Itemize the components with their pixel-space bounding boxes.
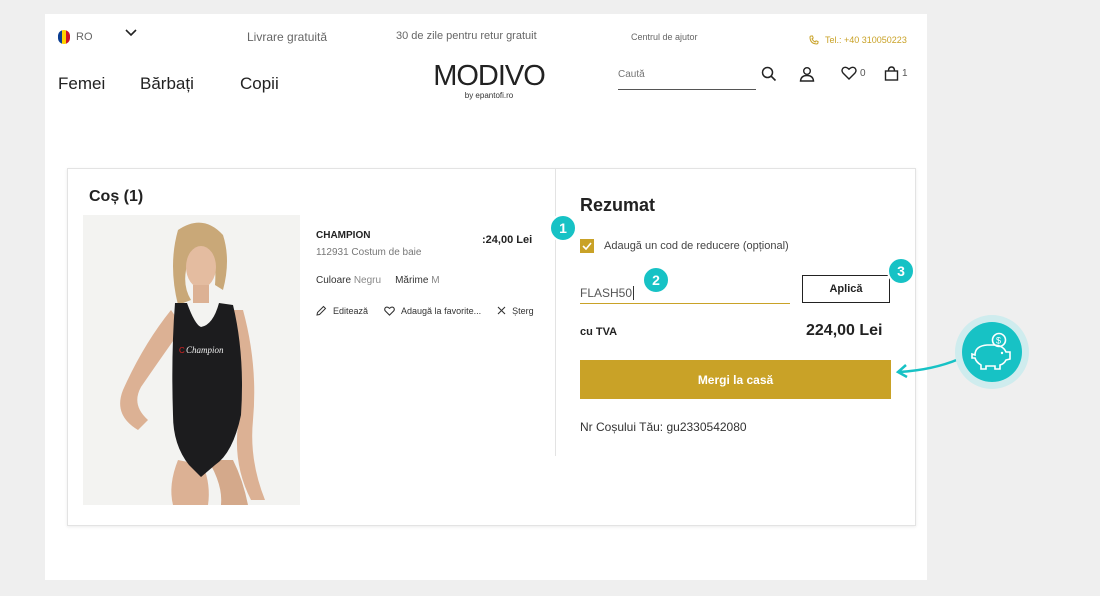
search-icon[interactable] <box>761 66 777 82</box>
top-bar: RO Livrare gratuită 30 de zile pentru re… <box>45 14 927 60</box>
svg-text:Champion: Champion <box>186 345 224 355</box>
chevron-down-icon[interactable] <box>125 28 137 40</box>
size-label: Mărime <box>395 275 429 286</box>
free-shipping-text: Livrare gratuită <box>247 30 328 44</box>
flag-ro-icon <box>58 30 70 44</box>
favorite-label: Adaugă la favorite... <box>401 305 482 316</box>
product-actions: Editează Adaugă la favorite... Șterg <box>316 305 550 316</box>
discount-label: Adaugă un cod de reducere (opțional) <box>604 240 789 252</box>
pencil-icon <box>316 305 327 316</box>
vat-label: cu TVA <box>580 326 618 338</box>
heart-icon <box>384 306 395 316</box>
remove-button[interactable]: Șterg <box>497 306 534 316</box>
cart-number: Nr Coșului Tău: gu2330542080 <box>580 420 747 434</box>
close-icon <box>497 306 506 315</box>
free-returns-text: 30 de zile pentru retur gratuit <box>396 30 537 42</box>
language-selector[interactable]: RO <box>58 30 93 44</box>
product-brand[interactable]: CHAMPION <box>316 230 370 241</box>
product-image[interactable]: Champion C <box>83 215 300 505</box>
main-nav: Femei Bărbați Copii <box>58 74 279 94</box>
bag-count: 1 <box>902 68 908 79</box>
logo[interactable]: MODIVO by epantofi.ro <box>429 60 549 100</box>
remove-label: Șterg <box>512 305 534 316</box>
svg-text:$: $ <box>996 336 1001 346</box>
nav-item-men[interactable]: Bărbați <box>140 74 240 94</box>
step-badge-1: 1 <box>549 214 577 242</box>
apply-code-button[interactable]: Aplică <box>802 275 890 303</box>
page-container: RO Livrare gratuită 30 de zile pentru re… <box>45 14 927 580</box>
piggy-bank-badge: $ <box>955 315 1029 389</box>
edit-label: Editează <box>333 305 369 316</box>
phone-text: Tel.: +40 310050223 <box>825 35 907 45</box>
search-field[interactable] <box>618 64 756 90</box>
product-attributes: Culoare Negru Mărime M <box>316 275 440 286</box>
cart-card: Coș (1) Champion C CHAMPION:24,00 Lei 1… <box>67 168 916 526</box>
nav-item-kids[interactable]: Copii <box>240 74 279 94</box>
user-icon[interactable] <box>799 66 815 82</box>
column-divider <box>555 169 556 456</box>
shopping-bag-icon <box>884 66 899 81</box>
discount-code-value: FLASH50 <box>580 286 633 300</box>
color-label: Culoare <box>316 275 352 286</box>
summary-title: Rezumat <box>580 195 656 215</box>
wishlist-button[interactable]: 0 <box>841 66 866 80</box>
nav-item-women[interactable]: Femei <box>58 74 140 94</box>
discount-checkbox[interactable] <box>580 239 594 253</box>
logo-text: MODIVO <box>433 60 546 92</box>
step-badge-3: 3 <box>887 257 915 285</box>
add-to-favorites-button[interactable]: Adaugă la favorite... <box>384 306 481 316</box>
piggy-bank-icon: $ <box>962 322 1022 382</box>
cart-title: Coș (1) <box>89 188 144 205</box>
phone-link[interactable]: Tel.: +40 310050223 <box>809 35 907 45</box>
size-attribute: Mărime M <box>395 275 439 286</box>
language-label: RO <box>76 31 93 43</box>
phone-icon <box>809 35 819 45</box>
product-code: 112931 Costum de baie <box>316 247 422 258</box>
svg-text:C: C <box>179 346 185 355</box>
total-price: 224,00 Lei <box>806 322 883 339</box>
color-value: Negru <box>353 275 382 286</box>
edit-button[interactable]: Editează <box>316 305 368 316</box>
help-center-link[interactable]: Centrul de ajutor <box>631 32 698 42</box>
size-value: M <box>431 275 440 286</box>
check-icon <box>582 242 592 250</box>
wishlist-count: 0 <box>860 67 866 79</box>
discount-toggle[interactable]: Adaugă un cod de reducere (opțional) <box>580 239 789 253</box>
heart-icon <box>841 66 857 80</box>
color-attribute: Culoare Negru <box>316 275 381 286</box>
search-input[interactable] <box>618 65 756 80</box>
product-price: :24,00 Lei <box>482 234 533 246</box>
bag-button[interactable]: 1 <box>884 66 908 81</box>
checkout-button[interactable]: Mergi la casă <box>580 360 891 399</box>
step-badge-2: 2 <box>642 266 670 294</box>
discount-code-input[interactable]: FLASH50 <box>580 280 790 304</box>
arrow-left-icon <box>895 357 960 378</box>
